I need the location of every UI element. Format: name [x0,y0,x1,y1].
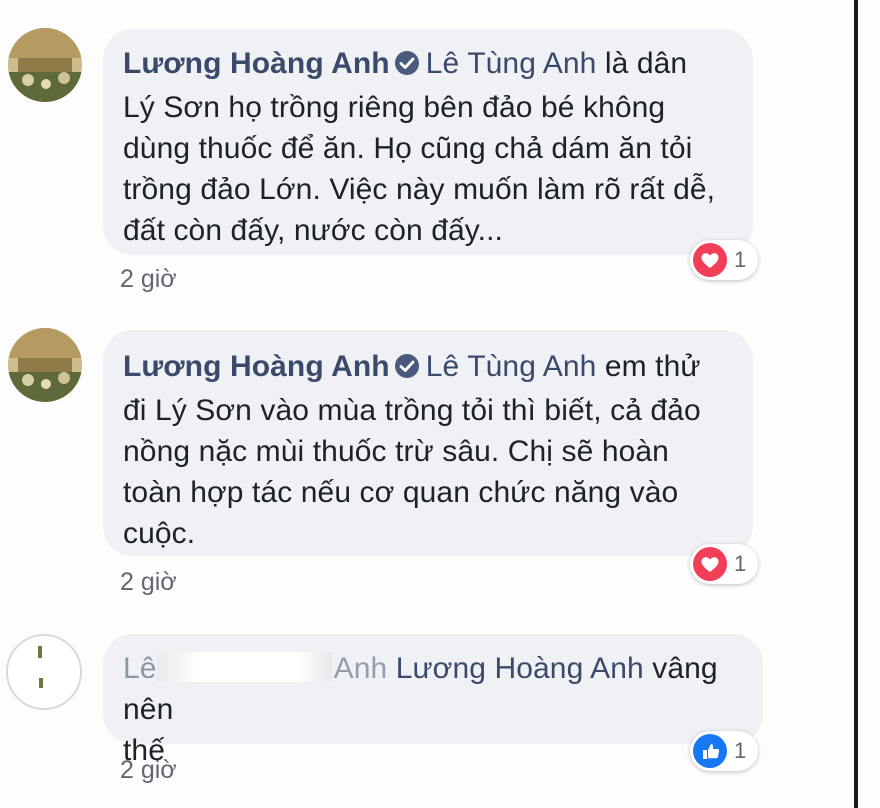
comment-author-partial[interactable]: Lê [123,652,157,685]
heart-icon [692,242,728,278]
comment-text-line: Lý Sơn họ trồng riêng bên đảo bé không [123,91,666,124]
comment-author[interactable]: Lương Hoàng Anh [123,350,390,383]
comment-text-line: là dân [596,47,688,80]
like-icon [692,733,728,769]
tagged-user[interactable]: Lương Hoàng Anh [396,652,644,685]
comment-author-partial-end[interactable]: Anh [334,652,388,685]
reaction-summary[interactable]: 1 [690,544,759,584]
redacted-name-blur [156,652,332,682]
tagged-user[interactable]: Lê Tùng Anh [426,350,597,383]
reaction-summary[interactable]: 1 [690,731,759,771]
comment-text-line: đất còn đấy, nước còn đấy... [123,214,503,247]
reaction-count: 1 [734,247,747,272]
verified-badge-icon [394,349,420,390]
comment-text-line: toàn hợp tác nếu cơ quan chức năng vào [123,476,679,509]
avatar[interactable] [8,328,82,402]
comment-bubble: Lê Anh Lương Hoàng Anh vâng nên thế [103,634,763,767]
avatar[interactable] [6,634,82,710]
comment-text-line: em thử [596,350,701,383]
comment-bubble: Lương Hoàng Anh Lê Tùng Anh em thử đi Lý … [103,330,753,556]
comment-text-line: trồng đảo Lớn. Việc này muốn làm rõ rất … [123,173,716,206]
window-edge-line [854,0,858,808]
heart-icon [692,546,728,582]
verified-badge-icon [394,46,420,87]
comment-timestamp[interactable]: 2 giờ [120,568,177,597]
comment-text-line: nồng nặc mùi thuốc trừ sâu. Chị sẽ hoàn [123,435,669,468]
reaction-summary[interactable]: 1 [690,240,759,280]
comment-text-line: dùng thuốc để ăn. Họ cũng chả dám ăn tỏi [123,132,693,165]
tagged-user[interactable]: Lê Tùng Anh [426,47,597,80]
comment-text-line: cuộc. [123,517,196,550]
avatar[interactable] [8,28,82,102]
comment-timestamp[interactable]: 2 giờ [120,756,177,785]
name-spacer [387,652,395,685]
comment-text-line: đi Lý Sơn vào mùa trồng tỏi thì biết, cả… [123,394,701,427]
comment-bubble: Lương Hoàng Anh Lê Tùng Anh là dân Lý Sơn… [103,29,753,255]
comment-thread: Lương Hoàng Anh Lê Tùng Anh là dân Lý Sơn… [0,0,880,808]
comment-author[interactable]: Lương Hoàng Anh [123,47,390,80]
reaction-count: 1 [734,738,747,763]
comment-timestamp[interactable]: 2 giờ [120,265,177,294]
reaction-count: 1 [734,551,747,576]
